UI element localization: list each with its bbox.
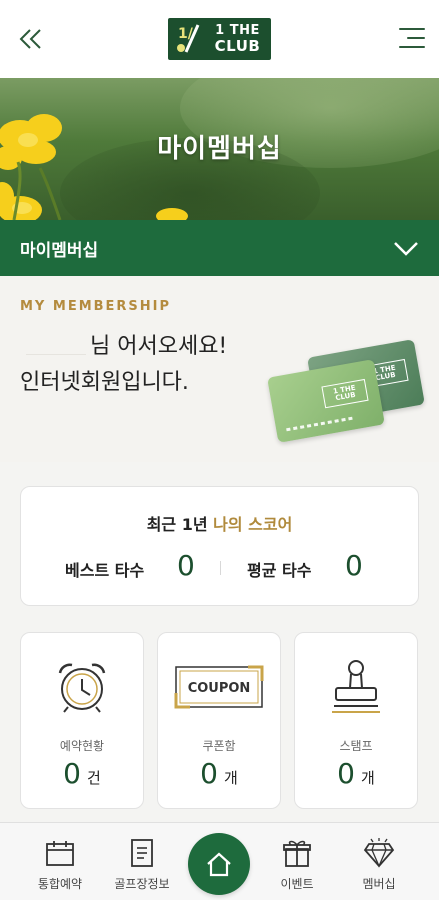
- coupon-box-tile[interactable]: COUPON 쿠폰함 0개: [157, 632, 281, 809]
- member-name-placeholder: [26, 354, 86, 355]
- logo-line-2: CLUB: [214, 37, 261, 55]
- logo-line-1: 1 THE: [215, 23, 260, 38]
- score-divider: [220, 561, 221, 575]
- nav-label: 멤버십: [362, 877, 396, 891]
- tile-count: 0건: [63, 757, 101, 790]
- tile-label: 스탬프: [339, 739, 373, 753]
- nav-integrated-reservation[interactable]: 통합예약: [18, 837, 102, 897]
- nav-home-button[interactable]: [188, 833, 250, 895]
- stamp-icon: [332, 660, 380, 713]
- calendar-icon: [46, 841, 74, 866]
- best-score-label: 베스트 타수: [65, 561, 145, 580]
- bottom-navigation: 통합예약 골프장정보 이벤트 멤버십: [0, 822, 439, 900]
- hero-title: 마이멤버십: [157, 134, 282, 164]
- card-number-dots: [286, 416, 353, 432]
- back-button[interactable]: [14, 22, 48, 56]
- avg-score-label: 평균 타수: [247, 561, 312, 580]
- member-type-text: 인터넷회원입니다.: [20, 370, 189, 395]
- nav-label: 골프장정보: [114, 877, 170, 891]
- brand-logo[interactable]: 1/ 1 THE CLUB: [168, 18, 271, 60]
- diamond-icon: [363, 838, 395, 868]
- logo-text: 1 THE CLUB: [208, 20, 269, 58]
- gift-icon: [283, 840, 311, 867]
- logo-mark-icon: 1/: [170, 20, 208, 58]
- tile-count: 0개: [337, 757, 375, 790]
- section-dropdown[interactable]: 마이멤버십: [0, 220, 439, 276]
- best-score-value: 0: [177, 549, 195, 582]
- score-card: 최근 1년 나의 스코어 베스트 타수 0 평균 타수 0: [20, 486, 419, 606]
- nav-event[interactable]: 이벤트: [255, 837, 339, 897]
- score-row: 베스트 타수 0 평균 타수 0: [21, 549, 418, 585]
- svg-text:1/: 1/: [178, 26, 194, 42]
- double-chevron-left-icon: [19, 29, 41, 49]
- coupon-icon: COUPON: [174, 665, 264, 709]
- card-logo: 1 THE CLUB: [321, 378, 369, 409]
- hero-banner: 마이멤버십: [0, 78, 439, 220]
- chevron-down-icon: [394, 242, 418, 256]
- membership-card-front[interactable]: 1 THE CLUB: [267, 359, 385, 443]
- menu-button[interactable]: [395, 26, 425, 52]
- nav-membership[interactable]: 멤버십: [337, 837, 421, 897]
- score-title-prefix: 최근 1년: [146, 515, 208, 534]
- nav-label: 통합예약: [37, 877, 83, 891]
- document-icon: [131, 839, 153, 867]
- stamp-tile[interactable]: 스탬프 0개: [294, 632, 418, 809]
- greeting-text: 님 어서오세요!: [90, 334, 228, 359]
- membership-eyebrow: MY MEMBERSHIP: [20, 299, 172, 314]
- score-title: 최근 1년 나의 스코어: [21, 511, 418, 535]
- tile-label: 예약현황: [59, 739, 105, 753]
- home-icon: [207, 852, 231, 877]
- tile-count: 0개: [200, 757, 238, 790]
- avg-score-value: 0: [345, 549, 363, 582]
- alarm-clock-icon: [58, 663, 106, 713]
- nav-label: 이벤트: [280, 877, 314, 891]
- svg-text:COUPON: COUPON: [188, 681, 251, 696]
- section-dropdown-label: 마이멤버십: [20, 240, 99, 261]
- nav-golf-course-info[interactable]: 골프장정보: [100, 837, 184, 897]
- tile-label: 쿠폰함: [202, 739, 236, 753]
- membership-section: MY MEMBERSHIP 님 어서오세요! 인터넷회원입니다. 1 THE CL…: [0, 276, 439, 462]
- score-title-highlight: 나의 스코어: [213, 515, 293, 534]
- top-bar: 1/ 1 THE CLUB: [0, 0, 439, 78]
- reservation-status-tile[interactable]: 예약현황 0건: [20, 632, 144, 809]
